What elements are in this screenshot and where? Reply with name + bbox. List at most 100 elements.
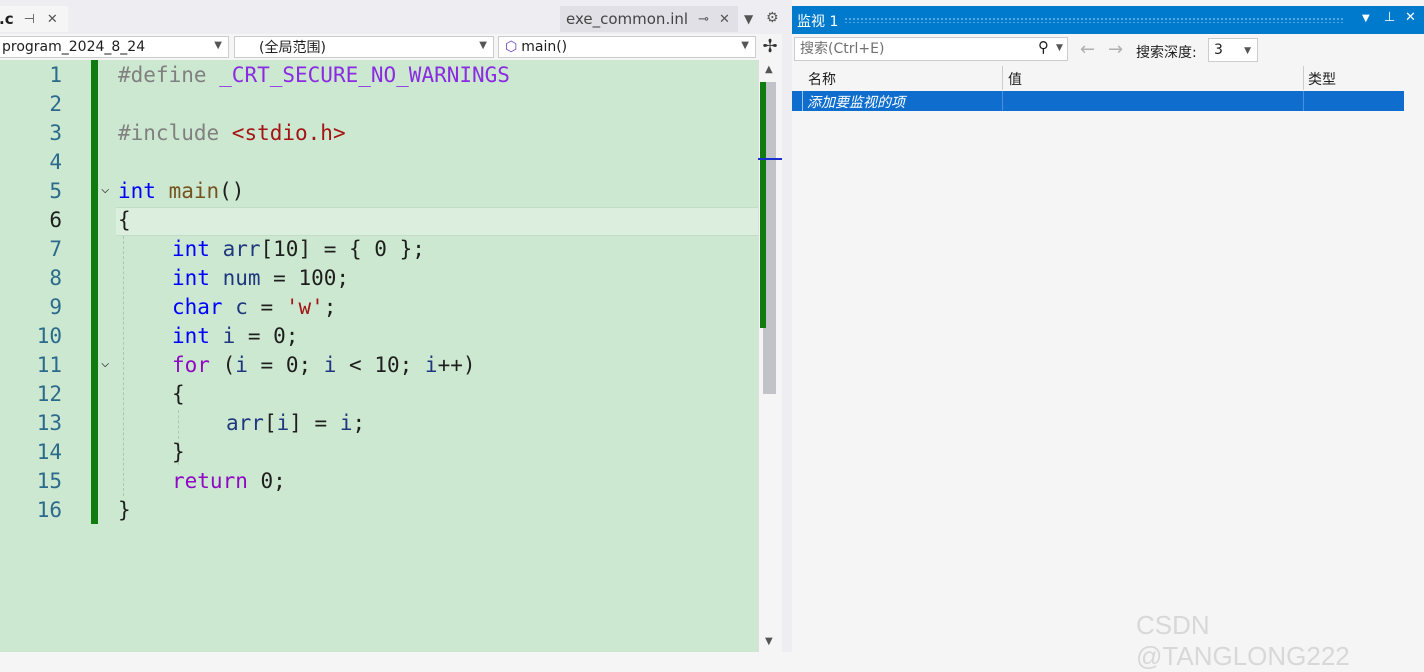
function-dropdown-value: main() [521, 39, 568, 55]
watermark-text: CSDN @TANGLONG222 [1136, 610, 1350, 671]
scroll-up-icon[interactable]: ▲ [765, 64, 773, 75]
line-number: 4 [49, 150, 62, 174]
column-header-type[interactable]: 类型 [1308, 69, 1336, 89]
watch-search-input[interactable]: 搜索(Ctrl+E) [794, 37, 1068, 61]
column-divider[interactable] [1303, 66, 1304, 90]
tab-exe-common-inl[interactable]: exe_common.inl ⊸ ✕ [560, 6, 738, 32]
chevron-down-icon: ▼ [1244, 46, 1251, 56]
code-token: int [118, 179, 156, 203]
window-menu-dropdown-icon[interactable]: ▼ [1362, 13, 1370, 24]
code-token: ; [323, 295, 337, 319]
tab-list-dropdown-icon[interactable]: ▼ [744, 12, 753, 26]
code-token: ; [352, 411, 366, 435]
code-token: i [323, 353, 337, 377]
scope-dropdown-value: (全局范围) [259, 40, 326, 56]
pin-icon[interactable]: ⊸ [698, 12, 709, 27]
line-number-current: 6 [49, 208, 62, 232]
function-dropdown[interactable]: ⬡ main() ▼ [498, 36, 756, 58]
code-token: () [219, 179, 245, 203]
line-number: 2 [49, 92, 62, 116]
line-number: 7 [49, 237, 62, 261]
search-depth-value: 3 [1214, 42, 1223, 58]
code-line: } [172, 440, 185, 464]
code-token: i [339, 411, 353, 435]
add-watch-item-text[interactable]: 添加要监视的项 [807, 92, 905, 112]
code-line: char c = 'w'; [172, 295, 336, 319]
pin-icon[interactable]: ⊥ [1384, 10, 1395, 25]
watch-titlebar[interactable]: 监视 1 ▼ ⊥ ✕ [792, 6, 1424, 34]
code-line: { [118, 208, 131, 232]
line-number: 11 [36, 353, 62, 377]
search-depth-select[interactable]: 3 ▼ [1208, 38, 1258, 62]
search-icon[interactable]: ⚲ [1038, 38, 1049, 56]
fold-chevron-icon[interactable]: ⌵ [101, 181, 109, 197]
code-token: < 10; [336, 353, 425, 377]
code-editor[interactable]: 1 2 3 4 5 6 7 8 9 10 11 12 13 14 15 16 ⌵… [0, 60, 758, 652]
code-line: int arr[10] = { 0 }; [172, 237, 425, 261]
line-number: 3 [49, 121, 62, 145]
change-tracking-bar [91, 60, 98, 524]
column-header-name[interactable]: 名称 [808, 69, 836, 89]
code-token: 0; [247, 469, 286, 493]
line-number: 8 [49, 266, 62, 290]
tab-source-c[interactable]: .c ⊣ ✕ [0, 6, 68, 32]
code-token: _CRT_SECURE_NO_WARNINGS [206, 63, 510, 87]
arrow-right-icon[interactable]: → [1108, 39, 1123, 60]
code-line: #define _CRT_SECURE_NO_WARNINGS [118, 63, 510, 87]
titlebar-grip [844, 17, 1344, 23]
split-editor-icon[interactable]: ✢ [760, 36, 780, 58]
code-line: int i = 0; [172, 324, 298, 348]
chevron-down-icon[interactable]: ▼ [1056, 43, 1063, 53]
close-icon[interactable]: ✕ [47, 12, 58, 27]
scope-dropdown[interactable]: (全局范围) ▼ [234, 36, 494, 58]
code-token: { [172, 382, 185, 406]
pane-splitter[interactable] [782, 0, 792, 652]
code-token: num [209, 266, 261, 290]
line-number: 16 [36, 498, 62, 522]
code-token: int [172, 324, 210, 348]
close-icon[interactable]: ✕ [719, 12, 730, 27]
row-indent-marker [802, 91, 803, 111]
line-number: 5 [49, 179, 62, 203]
scrollbar-caret-marker [758, 158, 782, 160]
gear-icon[interactable]: ⚙ [766, 10, 779, 26]
function-cube-icon: ⬡ [505, 39, 518, 55]
code-token: 'w' [285, 295, 324, 319]
code-token: arr [226, 411, 264, 435]
code-line: arr[i] = i; [226, 411, 365, 435]
chevron-down-icon: ▼ [479, 40, 487, 51]
code-token: { [118, 208, 131, 232]
code-token: } [118, 498, 131, 522]
project-dropdown-value: program_2024_8_24 [2, 39, 146, 55]
code-token: = 100; [260, 266, 350, 290]
code-line: { [172, 382, 185, 406]
column-header-value[interactable]: 值 [1008, 69, 1022, 89]
code-token: i [209, 324, 236, 348]
scroll-down-icon[interactable]: ▼ [765, 636, 773, 647]
column-divider[interactable] [1002, 66, 1003, 90]
pin-icon[interactable]: ⊣ [24, 12, 35, 27]
line-number: 15 [36, 469, 62, 493]
code-token: } [172, 440, 185, 464]
code-token: int [172, 266, 210, 290]
project-dropdown[interactable]: program_2024_8_24 ▼ [0, 36, 229, 58]
code-token: ++) [437, 353, 476, 377]
code-token: c [222, 295, 248, 319]
line-number: 9 [49, 295, 62, 319]
line-number: 12 [36, 382, 62, 406]
line-number: 14 [36, 440, 62, 464]
arrow-left-icon[interactable]: ← [1080, 39, 1095, 60]
chevron-down-icon: ▼ [214, 40, 222, 51]
scrollbar-change-marker [760, 82, 766, 328]
code-line: } [118, 498, 131, 522]
fold-chevron-icon[interactable]: ⌵ [101, 355, 109, 371]
line-number: 1 [49, 63, 62, 87]
close-icon[interactable]: ✕ [1405, 10, 1416, 25]
indent-guide [123, 236, 124, 496]
code-token: int [172, 237, 210, 261]
chevron-down-icon: ▼ [741, 40, 749, 51]
code-line: for (i = 0; i < 10; i++) [172, 353, 476, 377]
code-line: #include <stdio.h> [118, 121, 346, 145]
code-token: i [424, 353, 438, 377]
add-watch-row[interactable]: 添加要监视的项 [792, 91, 1404, 111]
